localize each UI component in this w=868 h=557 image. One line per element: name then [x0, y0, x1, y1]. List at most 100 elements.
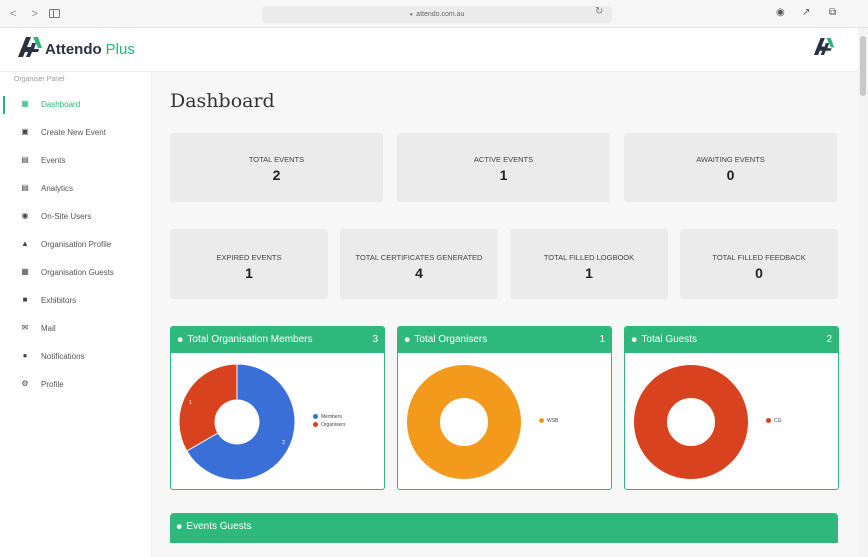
chart-card-organisers: ☻ Total Organisers 1 WSB	[397, 326, 612, 490]
card-count: 3	[372, 334, 378, 345]
card-title: Total Guests	[641, 334, 698, 345]
chart-legend: Members Organisers	[313, 413, 345, 429]
sidebar-toggle-icon[interactable]	[49, 9, 60, 18]
stat-expired-events: EXPIRED EVENTS 1	[170, 229, 328, 299]
events-guests-title: Events Guests	[186, 521, 252, 532]
sidebar-item-organisation-profile[interactable]: ▲ Organisation Profile	[0, 235, 150, 255]
address-bar[interactable]: ● attendo.com.au	[262, 6, 612, 23]
guests-donut-chart	[634, 365, 748, 479]
profile-logo-icon[interactable]	[813, 37, 835, 56]
stat-value: 4	[415, 265, 423, 281]
tabs-icon[interactable]: ⧉	[829, 7, 836, 18]
share-icon[interactable]: ↗	[802, 7, 810, 18]
chart-legend: CG	[766, 417, 782, 425]
chart-icon: ▤	[21, 183, 29, 192]
card-count: 1	[599, 334, 605, 345]
url-text: attendo.com.au	[416, 11, 465, 18]
stat-label: ACTIVE EVENTS	[473, 155, 534, 164]
sidebar-item-label: Profile	[41, 380, 64, 389]
stat-value: 2	[272, 167, 281, 183]
calendar-icon: ▤	[21, 155, 29, 164]
card-header: ☻ Total Guests 2	[625, 327, 838, 353]
stat-total-certificates: TOTAL CERTIFICATES GENERATED 4	[340, 229, 498, 299]
sidebar-item-label: On-Site Users	[41, 212, 92, 221]
sidebar-item-on-site-users[interactable]: ◉ On-Site Users	[0, 207, 150, 227]
chart-card-members: ☻ Total Organisation Members 3 21 Members…	[170, 326, 385, 490]
chart-legend: WSB	[539, 417, 558, 425]
sidebar-item-dashboard[interactable]: ▦ Dashboard	[0, 95, 150, 115]
sidebar-item-events[interactable]: ▤ Events	[0, 151, 150, 171]
briefcase-icon: ■	[22, 295, 28, 304]
card-title: Total Organisation Members	[187, 334, 313, 345]
stat-total-logbook: TOTAL FILLED LOGBOOK 1	[510, 229, 668, 299]
legend-item[interactable]: Members	[313, 413, 345, 421]
file-plus-icon: ▣	[21, 127, 29, 136]
stat-value: 1	[499, 167, 508, 183]
stat-label: EXPIRED EVENTS	[216, 253, 282, 262]
main-content: Dashboard TOTAL EVENTS 2 ACTIVE EVENTS 1…	[152, 72, 858, 557]
brand-name[interactable]: Attendo Plus	[45, 41, 135, 58]
bell-icon: ●	[22, 351, 28, 360]
back-forward-icon[interactable]: < >	[10, 8, 44, 20]
sidebar-item-label: Mail	[41, 324, 56, 333]
shield-icon[interactable]: ◉	[776, 7, 785, 18]
users-icon: ☻	[630, 335, 639, 344]
donut-slice[interactable]	[407, 365, 521, 479]
slice-data-label: 1	[189, 400, 192, 406]
stat-label: TOTAL FILLED FEEDBACK	[712, 253, 806, 262]
legend-label: Members	[321, 414, 342, 420]
organisers-donut-chart	[407, 365, 521, 479]
stat-value: 0	[755, 265, 763, 281]
gear-icon: ⚙	[21, 379, 29, 388]
sidebar-item-label: Dashboard	[41, 100, 81, 109]
legend-swatch	[539, 418, 544, 424]
sidebar-item-organisation-guests[interactable]: ▦ Organisation Guests	[0, 263, 150, 283]
sidebar-item-profile[interactable]: ⚙ Profile	[0, 375, 150, 395]
slice-data-label: 2	[282, 440, 285, 446]
donut-slice[interactable]	[178, 363, 238, 452]
users-icon: ☻	[403, 335, 412, 344]
stat-active-events: ACTIVE EVENTS 1	[397, 133, 610, 202]
legend-swatch	[766, 418, 771, 424]
members-donut-chart: 21	[178, 363, 296, 481]
sidebar-item-label: Analytics	[41, 184, 74, 193]
sidebar-item-label: Notifications	[41, 352, 85, 361]
mail-icon: ✉	[21, 323, 29, 332]
legend-label: CG	[774, 418, 782, 424]
sidebar-item-create-new-event[interactable]: ▣ Create New Event	[0, 123, 150, 143]
legend-swatch	[313, 422, 318, 428]
users-icon: ☻	[175, 522, 184, 531]
legend-item[interactable]: WSB	[539, 417, 558, 425]
sidebar-item-mail[interactable]: ✉ Mail	[0, 319, 150, 339]
legend-item[interactable]: Organisers	[313, 421, 345, 429]
brand-title: Attendo	[45, 41, 102, 58]
browser-toolbar: < > ● attendo.com.au ↻ ◉ ↗ ⧉	[0, 0, 868, 28]
sidebar-item-notifications[interactable]: ● Notifications	[0, 347, 150, 367]
card-title: Total Organisers	[414, 334, 488, 345]
donut-slice[interactable]	[634, 365, 748, 479]
card-header: ☻ Total Organisation Members 3	[171, 327, 384, 353]
legend-label: Organisers	[321, 422, 346, 428]
events-guests-header: ☻ Events Guests	[170, 513, 838, 543]
legend-swatch	[313, 414, 318, 420]
guests-icon: ▦	[21, 267, 29, 276]
reload-icon[interactable]: ↻	[595, 6, 603, 17]
lock-icon: ●	[409, 12, 414, 18]
sidebar-item-exhibitors[interactable]: ■ Exhibitors	[0, 291, 150, 311]
stat-label: AWAITING EVENTS	[696, 155, 765, 164]
logo-icon[interactable]	[17, 36, 43, 58]
sidebar-item-label: Exhibitors	[41, 296, 77, 305]
stat-value: 1	[585, 265, 593, 281]
scroll-thumb[interactable]	[860, 36, 866, 96]
app-header: Attendo Plus	[0, 28, 858, 72]
legend-label: WSB	[547, 418, 559, 424]
sidebar-item-analytics[interactable]: ▤ Analytics	[0, 179, 150, 199]
dashboard-icon: ▦	[21, 99, 29, 108]
sidebar-item-label: Organisation Profile	[41, 240, 112, 249]
users-icon: ☻	[176, 335, 185, 344]
sidebar: Organiser Panel ▦ Dashboard ▣ Create New…	[0, 72, 152, 557]
sidebar-item-label: Events	[41, 156, 66, 165]
scrollbar[interactable]	[858, 28, 868, 557]
legend-item[interactable]: CG	[766, 417, 782, 425]
card-header: ☻ Total Organisers 1	[398, 327, 611, 353]
